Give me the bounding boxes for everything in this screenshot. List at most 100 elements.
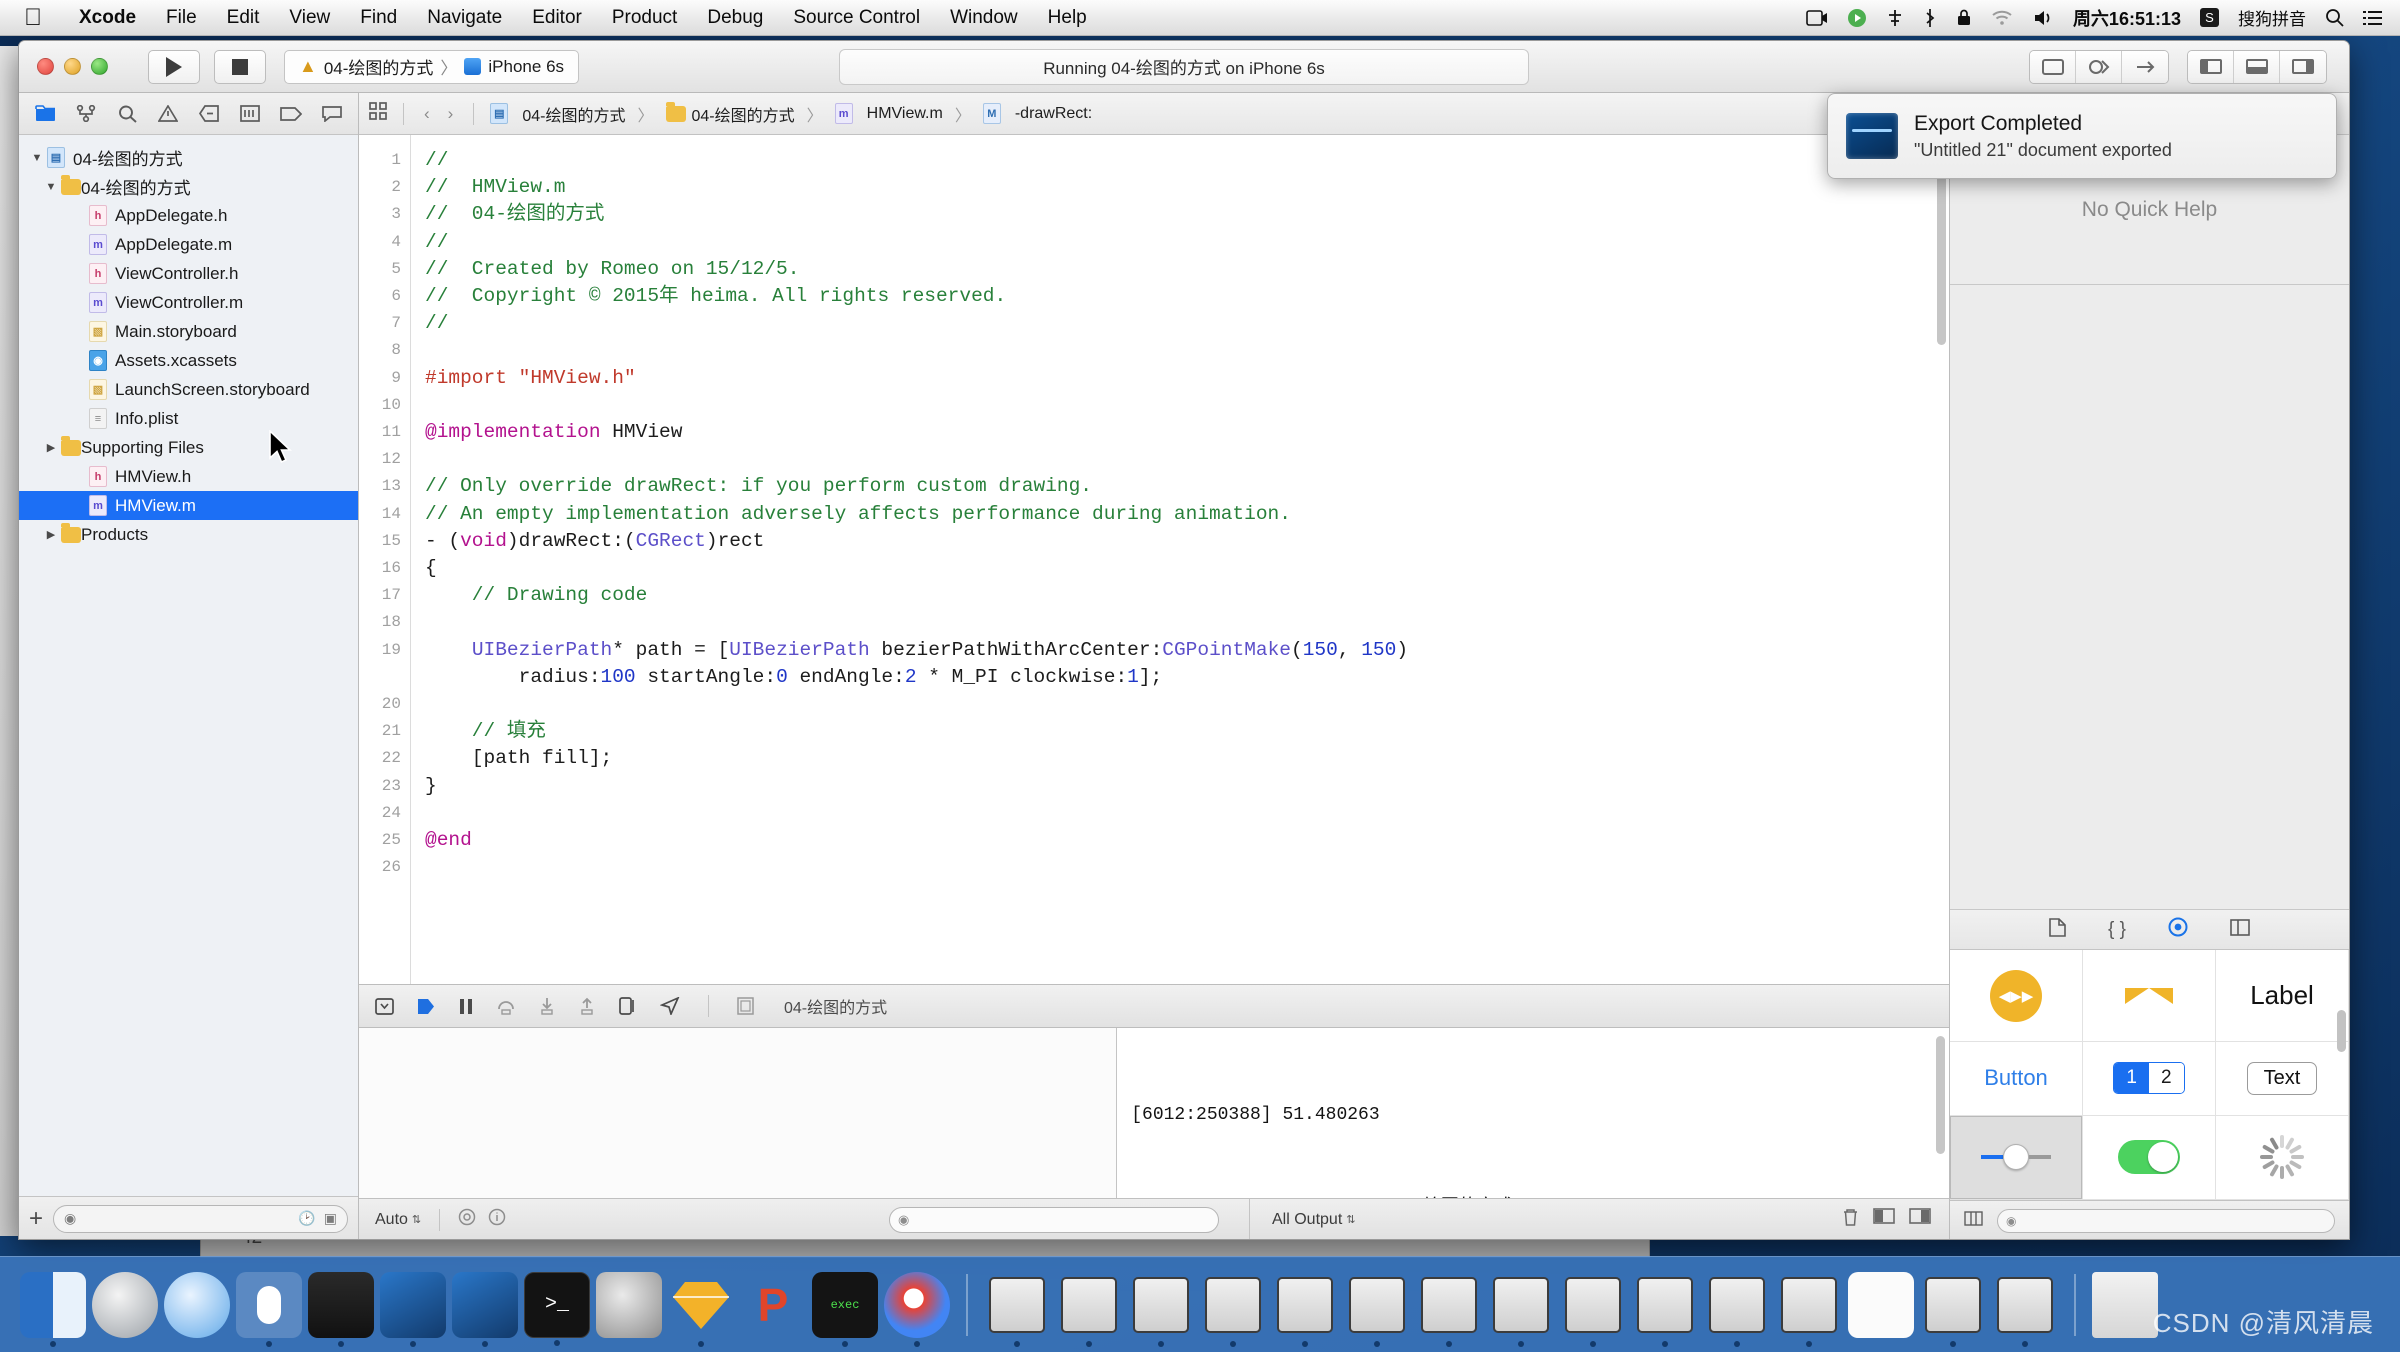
variable-scope-popup[interactable]: Auto ⇅ — [375, 1211, 421, 1229]
run-button[interactable] — [148, 49, 200, 84]
tree-item-appdelegate.h[interactable]: h AppDelegate.h — [19, 201, 358, 230]
sketch-icon[interactable] — [668, 1272, 734, 1347]
source-control-filter-icon[interactable]: ▣ — [324, 1210, 337, 1227]
ime-label[interactable]: 搜狗拼音 — [2238, 5, 2306, 30]
trash-icon[interactable] — [1842, 1208, 1859, 1231]
console-output[interactable]: [6012:250388] 51.480263 2015-12-05 16:48… — [1117, 1028, 1949, 1198]
navigator-tab-issue[interactable] — [153, 100, 183, 128]
standard-editor-button[interactable] — [2030, 50, 2076, 83]
tree-item-04-[interactable]: ▼ 04-绘图的方式 — [19, 172, 358, 201]
library-item-segmented-control[interactable]: 1 2 — [2083, 1042, 2216, 1116]
menu-item-source-control[interactable]: Source Control — [778, 7, 935, 29]
step-into-icon[interactable] — [538, 997, 556, 1015]
info-icon[interactable] — [488, 1208, 506, 1231]
ios-simulator-icon[interactable] — [1128, 1272, 1194, 1347]
ime-badge-icon[interactable]: S — [2200, 8, 2219, 27]
breadcrumb-file[interactable]: m HMView.m — [834, 103, 943, 124]
notification-center-icon[interactable] — [2363, 10, 2382, 26]
ios-simulator-icon[interactable] — [1272, 1272, 1338, 1347]
menu-item-editor[interactable]: Editor — [517, 7, 597, 29]
split-left-icon[interactable] — [1873, 1208, 1895, 1231]
navigator-tab-tag[interactable] — [276, 100, 306, 128]
library-scrollbar[interactable] — [2337, 1010, 2346, 1052]
menu-item-window[interactable]: Window — [935, 7, 1033, 29]
menu-item-file[interactable]: File — [151, 7, 212, 29]
breadcrumb-method[interactable]: M -drawRect: — [982, 103, 1092, 124]
menu-item-find[interactable]: Find — [345, 7, 412, 29]
toggle-debug-area-button[interactable] — [2234, 50, 2280, 83]
console-output-popup[interactable]: All Output ⇅ — [1272, 1211, 1355, 1229]
ios-simulator-icon[interactable] — [1920, 1272, 1986, 1347]
tree-item-assets.xcassets[interactable]: ◉ Assets.xcassets — [19, 346, 358, 375]
ios-simulator-icon[interactable] — [1488, 1272, 1554, 1347]
ios-simulator-icon[interactable] — [1992, 1272, 2058, 1347]
xcode-beta-icon[interactable] — [452, 1271, 518, 1347]
library-item-label[interactable]: Label — [2216, 950, 2349, 1043]
tree-item-supporting-files[interactable]: ▶ Supporting Files — [19, 433, 358, 462]
scheme-selector[interactable]: ▲ 04-绘图的方式 〉 iPhone 6s — [284, 49, 580, 84]
menubar-clock[interactable]: 周六16:51:13 — [2073, 5, 2181, 31]
launchpad-icon[interactable] — [92, 1271, 158, 1338]
continue-icon[interactable] — [416, 998, 436, 1015]
navigator-tab-breakpoint[interactable] — [194, 100, 224, 128]
library-item-button[interactable]: Button — [1950, 1042, 2083, 1116]
view-debug-icon[interactable] — [618, 997, 638, 1015]
stop-button[interactable] — [214, 49, 266, 84]
menu-item-edit[interactable]: Edit — [212, 7, 275, 29]
media-library-icon[interactable] — [2230, 918, 2250, 941]
play-circle-icon[interactable] — [1847, 8, 1867, 28]
variables-filter-field[interactable]: ◉ — [889, 1206, 1219, 1233]
disclosure-triangle-icon[interactable]: ▶ — [43, 528, 59, 541]
wifi-icon[interactable] — [1991, 10, 2013, 26]
library-item-switch[interactable] — [2083, 1115, 2216, 1200]
library-item-media-player[interactable]: ◀▶▶ — [1950, 950, 2083, 1043]
library-item-activity-indicator[interactable] — [2216, 1115, 2349, 1200]
step-over-icon[interactable] — [496, 998, 516, 1015]
navigator-tab-report[interactable] — [235, 100, 265, 128]
menu-item-product[interactable]: Product — [597, 7, 692, 29]
close-window-button[interactable] — [37, 58, 54, 75]
navigator-tab-project[interactable] — [30, 100, 60, 128]
menu-item-navigate[interactable]: Navigate — [412, 7, 517, 29]
navigate-forward-button[interactable]: › — [444, 104, 458, 124]
recent-files-icon[interactable]: 🕑 — [298, 1210, 315, 1227]
code-snippet-library-icon[interactable]: { } — [2108, 919, 2126, 941]
ios-simulator-icon[interactable] — [1200, 1272, 1266, 1347]
volume-icon[interactable] — [2032, 9, 2054, 27]
console-scrollbar[interactable] — [1936, 1036, 1945, 1154]
library-layout-icon[interactable] — [1964, 1211, 1983, 1230]
object-library-icon[interactable] — [2168, 917, 2188, 942]
ios-simulator-icon[interactable] — [1560, 1272, 1626, 1347]
target-icon[interactable] — [458, 1208, 476, 1231]
split-right-icon[interactable] — [1909, 1208, 1931, 1231]
navigator-tab-comment[interactable] — [317, 100, 347, 128]
ios-simulator-icon[interactable] — [1632, 1272, 1698, 1347]
navigator-tab-source-control[interactable] — [71, 100, 101, 128]
toggle-navigator-button[interactable] — [2188, 50, 2234, 83]
tree-item-viewcontroller.h[interactable]: h ViewController.h — [19, 259, 358, 288]
ios-simulator-icon[interactable] — [984, 1272, 1050, 1347]
disclosure-triangle-icon[interactable]: ▼ — [29, 152, 45, 164]
tree-item-launchscreen.storyboard[interactable]: ▧ LaunchScreen.storyboard — [19, 375, 358, 404]
menu-item-xcode[interactable]: Xcode — [64, 7, 151, 29]
source-code-text[interactable]: // // HMView.m // 04-绘图的方式 // // Created by … — [411, 135, 1949, 984]
version-editor-button[interactable] — [2122, 50, 2168, 83]
xcode-icon[interactable] — [380, 1271, 446, 1347]
menu-item-help[interactable]: Help — [1033, 7, 1102, 29]
export-completed-notification[interactable]: Export Completed "Untitled 21" document … — [1827, 93, 2337, 179]
menu-item-view[interactable]: View — [274, 7, 345, 29]
preview-window-icon[interactable] — [1848, 1271, 1914, 1338]
variables-view[interactable] — [359, 1028, 1118, 1198]
tree-item-viewcontroller.m[interactable]: m ViewController.m — [19, 288, 358, 317]
breadcrumb-group[interactable]: 04-绘图的方式 — [665, 101, 795, 126]
navigator-filter-field[interactable]: ◉ 🕑 ▣ — [53, 1204, 348, 1233]
zoom-window-button[interactable] — [91, 58, 108, 75]
finder-icon[interactable] — [20, 1271, 86, 1347]
pentaho-icon[interactable]: P — [740, 1272, 806, 1338]
airplay-icon[interactable] — [1886, 9, 1904, 27]
mouse-app-icon[interactable] — [236, 1271, 302, 1347]
hide-debug-area-icon[interactable] — [375, 997, 394, 1015]
navigator-tab-symbol[interactable] — [112, 100, 142, 128]
minimize-window-button[interactable] — [64, 58, 81, 75]
location-simulate-icon[interactable] — [660, 997, 680, 1015]
